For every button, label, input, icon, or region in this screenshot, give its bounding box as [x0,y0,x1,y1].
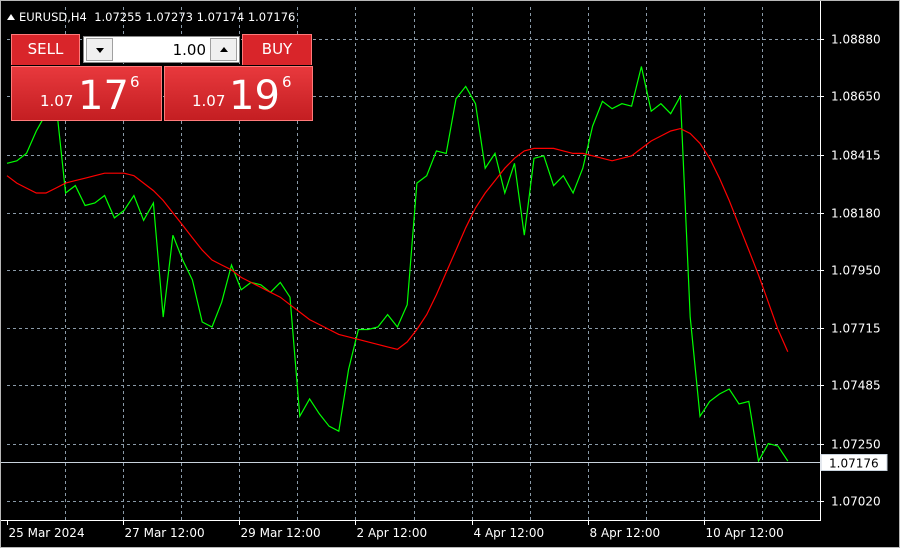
y-tick-label: 1.08650 [831,90,881,104]
y-tick-label: 1.08415 [831,149,881,163]
arrow-up-icon [220,47,228,52]
sell-button[interactable]: SELL [11,34,80,65]
sell-price-pips: 17 [78,73,129,119]
buy-price-pips: 19 [229,73,280,119]
bid-price-label: 1.07176 [829,457,879,471]
y-tick-label: 1.08880 [831,33,881,47]
x-tick-label: 27 Mar 12:00 [125,526,205,540]
lot-size-control [83,36,240,63]
x-tick-label: 10 Apr 12:00 [706,526,784,540]
y-tick-label: 1.07250 [831,438,881,452]
collapse-triangle-icon[interactable] [7,14,15,20]
sell-price-button[interactable]: 1.07 17 6 [11,66,162,121]
buy-price-button[interactable]: 1.07 19 6 [164,66,313,121]
symbol-label: EURUSD,H4 [19,10,87,24]
x-tick-label: 29 Mar 12:00 [241,526,321,540]
x-tick-label: 25 Mar 2024 [9,526,85,540]
y-tick-label: 1.08180 [831,207,881,221]
lot-size-input[interactable] [116,39,206,60]
y-tick-label: 1.07020 [831,495,881,509]
sell-price-fraction: 6 [130,73,140,91]
ohlc-values: 1.07255 1.07273 1.07174 1.07176 [94,10,296,24]
lot-decrease-button[interactable] [86,38,113,61]
lot-increase-button[interactable] [210,38,237,61]
y-tick-label: 1.07950 [831,264,881,278]
chart-window[interactable]: 1.08880 1.08650 1.08415 1.08180 1.07950 1.077… [0,0,900,548]
sell-price-prefix: 1.07 [40,92,74,110]
buy-price-prefix: 1.07 [192,92,226,110]
x-tick-label: 4 Apr 12:00 [474,526,545,540]
price-line [6,66,789,463]
y-tick-label: 1.07485 [831,379,881,393]
buy-button[interactable]: BUY [242,34,312,65]
moving-average-line [6,127,789,353]
x-tick-label: 2 Apr 12:00 [357,526,428,540]
one-click-trading-panel: SELL BUY 1.07 17 6 1.07 19 6 [11,34,313,121]
arrow-down-icon [96,48,104,53]
x-tick-label: 8 Apr 12:00 [590,526,661,540]
y-tick-label: 1.07715 [831,322,881,336]
buy-price-fraction: 6 [282,73,292,91]
symbol-info: EURUSD,H4 1.07255 1.07273 1.07174 1.0717… [7,10,295,24]
